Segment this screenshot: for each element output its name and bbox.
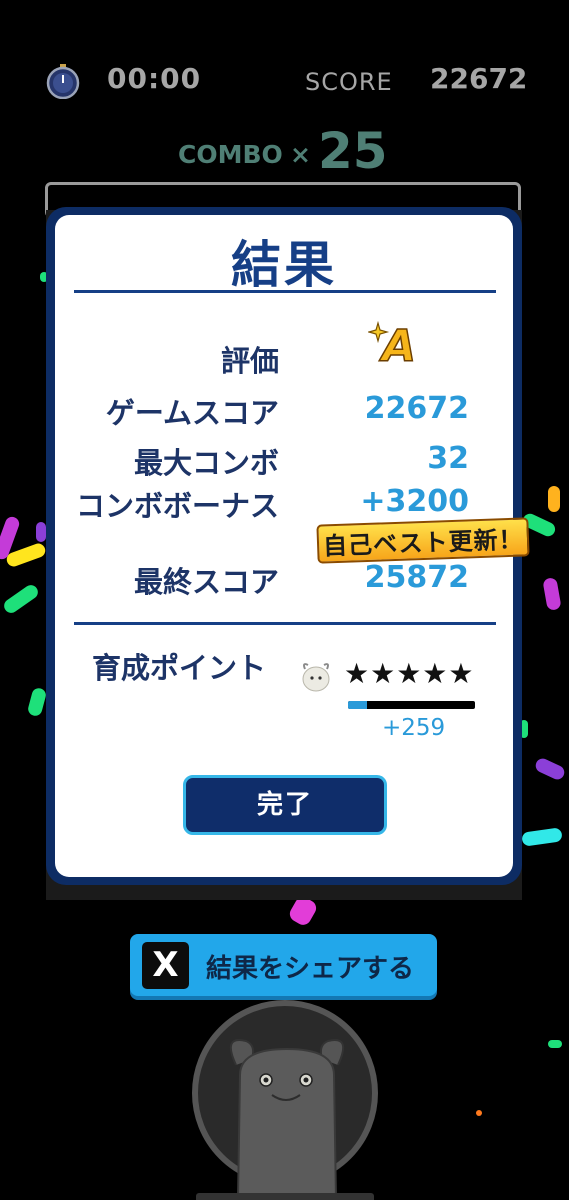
mascot-stand [196,1193,374,1200]
training-points-label: 育成ポイント [92,651,267,685]
max-combo-label: 最大コンボ [133,446,279,480]
score-value: 22672 [430,62,528,95]
training-progress-bar [348,701,475,709]
combo-bonus-value: +3200 [360,484,469,519]
training-points-gain: +259 [382,715,446,741]
share-result-label: 結果をシェアする [206,954,415,984]
training-progress-fill [348,701,368,709]
combo-multiplier-sign: × [290,140,311,169]
combo-value: 25 [318,122,388,180]
share-result-button[interactable]: X 結果をシェアする [130,934,437,996]
result-dialog-body: 結果 評価 A ゲームスコア 22672 最大コンボ 32 コンボボーナス +3… [55,215,531,877]
training-stars: ★★★★★ [344,657,475,690]
result-dialog: 結果 評価 A ゲームスコア 22672 最大コンボ 32 コンボボーナス +3… [46,207,531,885]
rank-label: 評価 [220,344,279,378]
section-divider [74,622,496,625]
rank-badge: A [366,319,428,379]
game-score-label: ゲームスコア [105,396,279,430]
personal-best-badge: 自己ベスト更新！ [316,517,531,564]
score-label: SCORE [305,68,393,96]
title-divider [74,290,496,293]
combo-label: COMBO [178,140,283,169]
final-score-value: 25872 [364,560,469,595]
max-combo-value: 32 [427,441,469,476]
timer-text: 00:00 [107,62,202,95]
yeti-avatar-icon [302,663,330,692]
final-score-label: 最終スコア [133,565,279,599]
mascot-monster-icon [229,1039,345,1200]
done-button[interactable]: 完了 [183,775,387,835]
game-score-value: 22672 [364,391,469,426]
x-logo-icon: X [142,942,189,989]
result-title: 結果 [231,236,337,294]
rank-letter: A [381,320,417,373]
stopwatch-icon [46,64,80,99]
combo-bonus-label: コンボボーナス [75,489,279,523]
